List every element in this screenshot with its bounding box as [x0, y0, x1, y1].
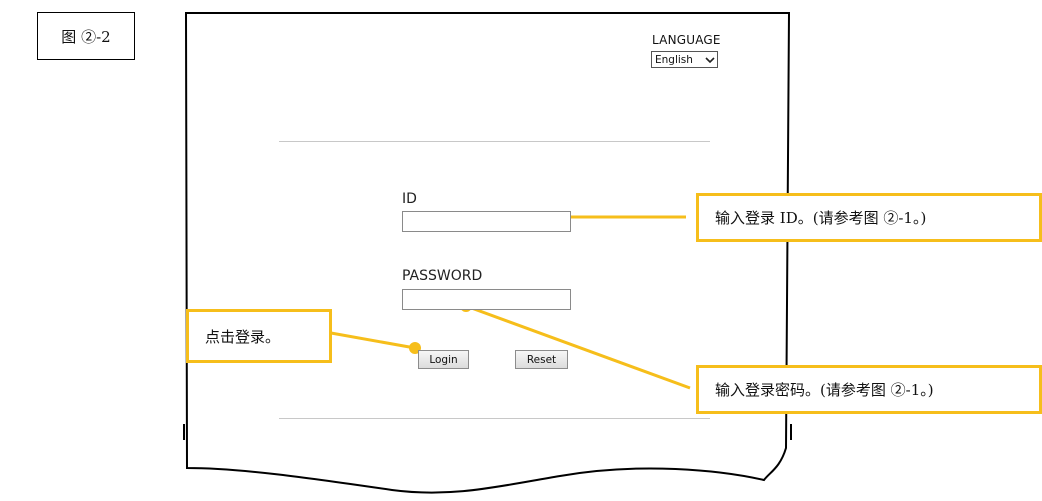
- bottom-divider: [279, 418, 710, 419]
- leader-line-login: [330, 331, 416, 350]
- login-button[interactable]: Login: [418, 350, 469, 369]
- language-select[interactable]: English: [651, 51, 718, 68]
- password-input[interactable]: [402, 289, 571, 310]
- language-label: LANGUAGE: [652, 33, 721, 47]
- annotated-login-figure: 图 ②-2 LANGUAGE English ID PASSWORD Login…: [0, 0, 1042, 501]
- frame-outline: [184, 12, 791, 494]
- reset-button[interactable]: Reset: [515, 350, 568, 369]
- callout-password: 输入登录密码。(请参考图 ②-1。): [696, 365, 1042, 414]
- figure-label: 图 ②-2: [37, 12, 135, 60]
- top-divider: [279, 141, 710, 142]
- chevron-down-icon: [703, 54, 717, 66]
- id-label: ID: [402, 191, 417, 207]
- callout-click-login: 点击登录。: [186, 309, 332, 363]
- leader-line-password: [465, 304, 691, 390]
- id-input[interactable]: [402, 211, 571, 232]
- screen-frame: [183, 12, 792, 494]
- password-label: PASSWORD: [402, 268, 483, 284]
- callout-login-id: 输入登录 ID。(请参考图 ②-1。): [696, 193, 1042, 242]
- language-selected-value: English: [655, 54, 693, 66]
